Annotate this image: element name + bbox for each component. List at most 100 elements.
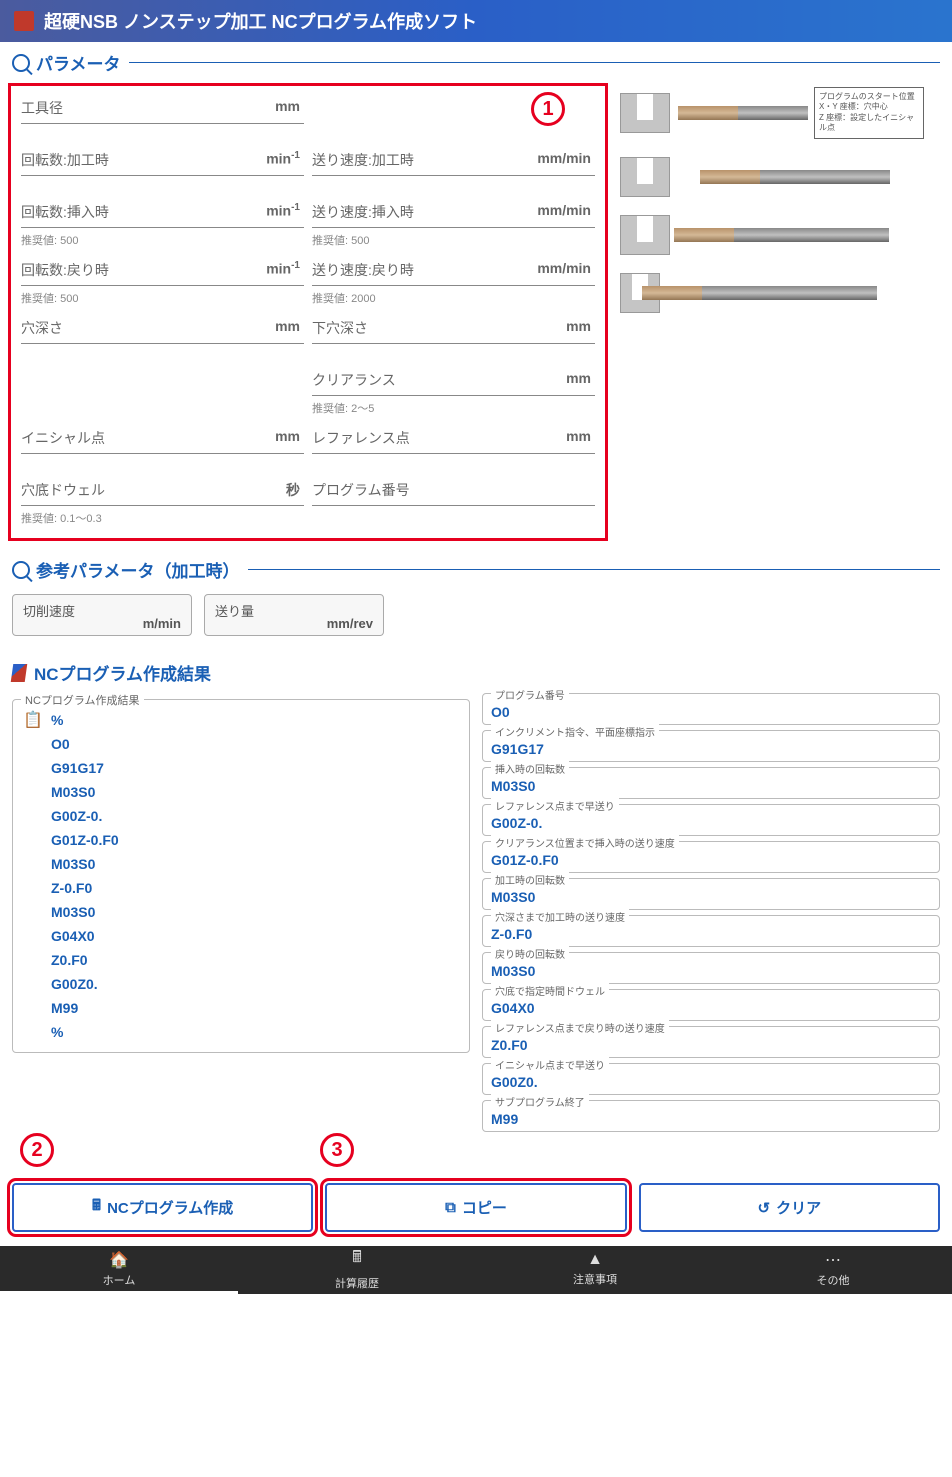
drill-shaft-icon [702,286,877,300]
explain-label: プログラム番号 [491,687,569,702]
code-line: G00Z0. [21,972,461,996]
clipboard-icon[interactable]: 📋 [23,710,43,730]
home-icon: 🏠 [109,1250,129,1270]
field-initial-pt[interactable]: イニシャル点mm [17,422,308,474]
hole-diagram-icon [620,93,670,133]
code-line: Z-0.F0 [21,876,461,900]
field-reference-pt[interactable]: レファレンス点mm [308,422,599,474]
section-header-ref: 参考パラメータ（加工時） [0,549,952,590]
flag-icon [11,664,28,682]
explain-label: イニシャル点まで早送り [491,1057,609,1072]
app-title: 超硬NSB ノンステップ加工 NCプログラム作成ソフト [44,8,477,34]
nc-code-output: NCプログラム作成結果 📋 %O0G91G17M03S0G00Z-0.G01Z-… [12,699,470,1053]
drill-tip-icon [678,106,738,120]
nav-history[interactable]: 🖩 計算履歴 [238,1246,476,1294]
drill-tip-icon [674,228,734,242]
explain-item: 挿入時の回転数M03S0 [482,767,940,799]
code-line: M03S0 [21,780,461,804]
more-icon: ⋯ [825,1250,841,1270]
app-header: 超硬NSB ノンステップ加工 NCプログラム作成ソフト [0,0,952,42]
section-title-ref: 参考パラメータ（加工時） [36,557,240,582]
calculator-icon: 🖩 [352,1246,362,1273]
drill-shaft-icon [760,170,890,184]
explain-item: 戻り時の回転数M03S0 [482,952,940,984]
code-line: G91G17 [21,756,461,780]
diagram-panel: プログラムのスタート位置 X・Y 座標：穴中心 Z 座標：設定したイニシャル点 [616,83,952,549]
field-hole-depth[interactable]: 穴深さmm [17,312,308,364]
drill-tip-icon [642,286,702,300]
field-rpm-cut[interactable]: 回転数:加工時min-1 [17,144,308,196]
field-rpm-insert[interactable]: 回転数:挿入時min-1 推奨値: 500 [17,196,308,254]
field-feed-cut[interactable]: 送り速度:加工時mm/min [308,144,599,196]
copy-icon: ⧉ [445,1199,456,1216]
code-line: G01Z-0.F0 [21,828,461,852]
code-line: Z0.F0 [21,948,461,972]
reset-icon: ↺ [758,1199,771,1217]
ref-cutting-speed: 切削速度 m/min [12,594,192,636]
section-title-results: NCプログラム作成結果 [34,660,211,685]
callout-badge-3: 3 [320,1133,354,1167]
drill-shaft-icon [738,106,808,120]
code-line: M03S0 [21,852,461,876]
field-clearance[interactable]: クリアランスmm 推奨値: 2～5 [308,364,599,422]
output-legend: NCプログラム作成結果 [21,692,144,708]
code-line: M03S0 [21,900,461,924]
nav-other[interactable]: ⋯ その他 [714,1246,952,1294]
code-line: G00Z-0. [21,804,461,828]
explain-item: サブプログラム終了M99 [482,1100,940,1132]
explain-item: レファレンス点まで戻り時の送り速度Z0.F0 [482,1026,940,1058]
create-program-button[interactable]: 🖩 NCプログラム作成 [12,1183,313,1232]
field-rpm-return[interactable]: 回転数:戻り時min-1 推奨値: 500 [17,254,308,312]
divider [129,62,941,63]
explain-item: プログラム番号O0 [482,693,940,725]
explain-item: インクリメント指令、平面座標指示G91G17 [482,730,940,762]
section-header-params: パラメータ [0,42,952,83]
copy-button[interactable]: ⧉ コピー [325,1183,626,1232]
callout-badge-1: 1 [531,92,565,126]
field-tool-dia[interactable]: 工具径mm [17,92,308,144]
field-dwell[interactable]: 穴底ドウェル秒 推奨値: 0.1～0.3 [17,474,308,532]
warning-icon: ▲ [587,1251,603,1269]
code-line: % [21,1020,461,1044]
explain-label: サブプログラム終了 [491,1094,589,1109]
calculator-icon: 🖩 [92,1195,101,1220]
divider [248,569,941,570]
explain-item: レファレンス点まで早送りG00Z-0. [482,804,940,836]
hole-diagram-icon [620,157,670,197]
explain-label: 挿入時の回転数 [491,761,569,776]
field-prog-num[interactable]: プログラム番号 [308,474,599,532]
hole-diagram-icon [620,215,670,255]
app-logo-icon [14,11,34,31]
search-icon [12,54,30,72]
explain-item: クリアランス位置まで挿入時の送り速度G01Z-0.F0 [482,841,940,873]
field-feed-insert[interactable]: 送り速度:挿入時mm/min 推奨値: 500 [308,196,599,254]
field-feed-return[interactable]: 送り速度:戻り時mm/min 推奨値: 2000 [308,254,599,312]
explain-label: インクリメント指令、平面座標指示 [491,724,659,739]
ref-feed-amount: 送り量 mm/rev [204,594,384,636]
callout-badge-2: 2 [20,1133,54,1167]
explain-label: 戻り時の回転数 [491,946,569,961]
field-prehole-depth[interactable]: 下穴深さmm [308,312,599,364]
clear-button[interactable]: ↺ クリア [639,1183,940,1232]
code-line: G04X0 [21,924,461,948]
code-line: M99 [21,996,461,1020]
explain-item: 加工時の回転数M03S0 [482,878,940,910]
section-header-results: NCプログラム作成結果 [0,652,952,693]
explain-label: レファレンス点まで戻り時の送り速度 [491,1020,669,1035]
explain-item: 穴深さまで加工時の送り速度Z-0.F0 [482,915,940,947]
explain-item: イニシャル点まで早送りG00Z0. [482,1063,940,1095]
nav-caution[interactable]: ▲ 注意事項 [476,1246,714,1294]
nav-home[interactable]: 🏠 ホーム [0,1246,238,1294]
code-line: % [21,708,461,732]
drill-tip-icon [700,170,760,184]
explain-label: レファレンス点まで早送り [491,798,619,813]
explain-label: クリアランス位置まで挿入時の送り速度 [491,835,679,850]
explain-label: 穴深さまで加工時の送り速度 [491,909,629,924]
params-panel: 1 工具径mm 回転数:加工時min-1 送り速度:加工時mm/min 回転数:… [8,83,608,541]
section-title-params: パラメータ [36,50,121,75]
explain-label: 加工時の回転数 [491,872,569,887]
drill-shaft-icon [734,228,889,242]
code-line: O0 [21,732,461,756]
start-position-info: プログラムのスタート位置 X・Y 座標：穴中心 Z 座標：設定したイニシャル点 [814,87,924,139]
explain-label: 穴底で指定時間ドウェル [491,983,609,998]
